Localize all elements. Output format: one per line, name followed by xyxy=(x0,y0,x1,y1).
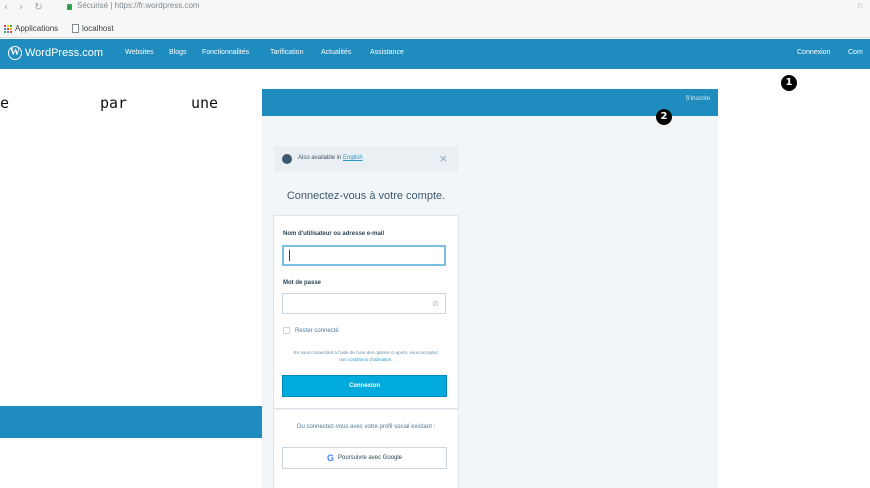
url-text: https://fr.wordpress.com xyxy=(114,1,200,10)
wordpress-logo[interactable]: W WordPress.com xyxy=(8,46,103,60)
bookmark-star-icon[interactable]: ⚐ xyxy=(857,2,864,11)
nav-truncated[interactable]: Com xyxy=(848,49,863,56)
nav-fonctionnalites[interactable]: Fonctionnalités xyxy=(202,49,249,56)
social-login-text: Ou connectez-vous avec votre profil soci… xyxy=(296,424,436,430)
signup-link[interactable]: S'inscrire xyxy=(686,96,710,102)
terms-notice: En vous connectant à l'aide de l'une des… xyxy=(282,349,450,363)
nav-tarification[interactable]: Tarification xyxy=(270,49,303,56)
nav-websites[interactable]: Websites xyxy=(125,49,154,56)
step-marker-2: 2 xyxy=(656,109,672,125)
nav-assistance[interactable]: Assistance xyxy=(370,49,404,56)
bookmark-localhost[interactable]: localhost xyxy=(72,24,114,33)
terms-text: En vous connectant à l'aide de l'une des… xyxy=(293,350,439,355)
nav-blogs[interactable]: Blogs xyxy=(169,49,187,56)
login-screenshot: S'inscrire Also available in English × C… xyxy=(262,89,718,488)
language-link[interactable]: English xyxy=(343,155,363,161)
nav-connexion[interactable]: Connexion xyxy=(797,49,830,56)
login-title: Connectez-vous à votre compte. xyxy=(286,190,446,202)
username-input[interactable] xyxy=(282,245,446,266)
connexion-button[interactable]: Connexion xyxy=(282,375,447,397)
document-text: par xyxy=(100,94,128,112)
logo-text: WordPress.com xyxy=(25,47,104,59)
username-label: Nom d'utilisateur ou adresse e-mail xyxy=(283,231,385,237)
bookmarks-bar: Applications localhost xyxy=(0,22,870,38)
bookmark-applications[interactable]: Applications xyxy=(4,24,58,33)
remember-label: Rester connecté xyxy=(295,327,339,334)
language-notice-text: Also available in English xyxy=(298,155,363,161)
secure-label: Sécurisé xyxy=(77,1,109,10)
wordpress-logo-icon: W xyxy=(8,46,22,60)
text-caret xyxy=(289,250,290,261)
apps-grid-icon xyxy=(4,24,12,33)
remember-me[interactable]: Rester connecté xyxy=(283,327,339,334)
screenshot-stage: ‹ › ↻ Sécurisé | https://fr.wordpress.co… xyxy=(0,0,870,488)
language-notice-prefix: Also available in xyxy=(298,155,342,161)
bookmark-label: localhost xyxy=(82,24,114,33)
google-button-label: Poursuivre avec Google xyxy=(337,455,403,461)
document-text: e xyxy=(0,94,10,112)
google-login-button[interactable]: G Poursuivre avec Google xyxy=(282,447,447,469)
close-icon[interactable]: × xyxy=(439,152,448,165)
language-notice: Also available in English × xyxy=(274,146,458,172)
document-text: une xyxy=(191,94,219,112)
bookmark-label: Applications xyxy=(15,24,59,33)
nav-actualites[interactable]: Actualités xyxy=(321,49,351,56)
wordpress-masterbar: W WordPress.com Websites Blogs Fonctionn… xyxy=(0,39,870,69)
terms-link[interactable]: nos conditions d'utilisation. xyxy=(339,357,392,362)
url-field[interactable]: Sécurisé | https://fr.wordpress.com xyxy=(77,1,200,10)
eye-hidden-icon[interactable]: ⊘ xyxy=(432,299,439,308)
password-label: Mot de passe xyxy=(283,280,322,286)
lock-icon xyxy=(67,4,72,10)
login-header-bar: S'inscrire xyxy=(262,89,718,116)
remember-checkbox[interactable] xyxy=(283,327,290,334)
page-icon xyxy=(72,24,79,33)
step-marker-1: 1 xyxy=(781,75,797,91)
browser-address-bar: ‹ › ↻ Sécurisé | https://fr.wordpress.co… xyxy=(0,0,870,22)
browser-nav-buttons[interactable]: ‹ › ↻ xyxy=(4,2,47,13)
password-input[interactable]: ⊘ xyxy=(282,293,446,314)
background-blue-band xyxy=(0,406,262,438)
social-login: Ou connectez-vous avec votre profil soci… xyxy=(274,409,458,488)
google-icon: G xyxy=(326,453,334,463)
globe-icon xyxy=(282,154,292,164)
